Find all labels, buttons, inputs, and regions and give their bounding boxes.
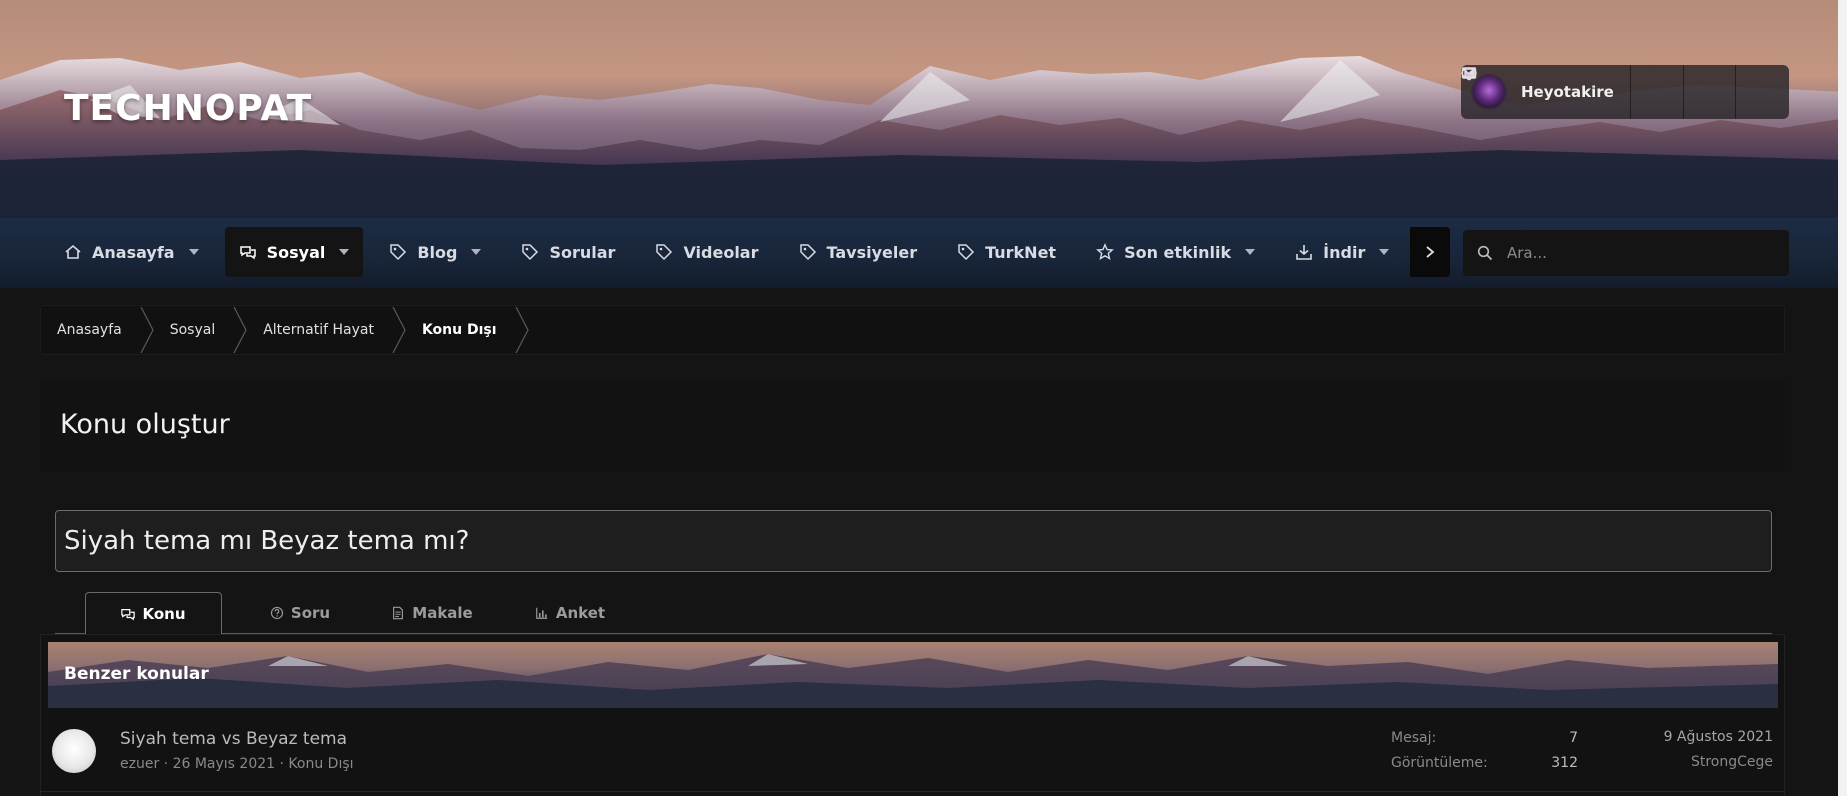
similar-threads-heading: Benzer konular: [64, 664, 209, 684]
mountain-background: [48, 654, 1778, 708]
nav-item-indir[interactable]: İndir: [1281, 227, 1403, 277]
breadcrumb-item-current[interactable]: Konu Dışı: [422, 306, 497, 354]
thread-title-input[interactable]: [55, 510, 1772, 572]
tab-label: Makale: [412, 604, 473, 622]
inbox-button[interactable]: [1461, 65, 1684, 119]
star-icon: [1096, 243, 1114, 260]
meta-separator: ·: [275, 756, 289, 772]
chevron-right-icon: [1426, 246, 1435, 258]
chevron-down-icon[interactable]: [188, 249, 199, 255]
avatar[interactable]: [52, 729, 96, 773]
main-navigation: Anasayfa Sosyal Blog Sorular Videolar Ta…: [0, 218, 1847, 288]
tab-makale[interactable]: Makale: [377, 592, 487, 634]
page-scrollbar[interactable]: [1838, 0, 1847, 796]
nav-item-anasayfa[interactable]: Anasayfa: [50, 227, 213, 277]
tag-icon: [958, 244, 975, 261]
username: Heyotakire: [1521, 83, 1614, 101]
tag-icon: [390, 244, 407, 261]
chevron-right-icon: [392, 306, 406, 354]
views-count: 312: [1551, 755, 1578, 771]
chat-icon: [239, 246, 256, 260]
nav-label: Anasayfa: [92, 242, 175, 262]
tab-label: Soru: [290, 604, 331, 622]
chevron-right-icon: [233, 306, 247, 354]
nav-label: Blog: [417, 242, 458, 262]
home-icon: [65, 244, 81, 259]
page-title: Konu oluştur: [60, 409, 230, 440]
chevron-right-icon: [515, 306, 529, 354]
tag-icon: [522, 244, 539, 261]
page-title-panel: [40, 382, 1785, 472]
nav-item-sorular[interactable]: Sorular: [507, 227, 629, 277]
similar-threads-header: Benzer konular: [48, 642, 1778, 708]
nav-label: Sorular: [549, 242, 616, 262]
tab-konu[interactable]: Konu: [85, 592, 222, 635]
alerts-button[interactable]: [1462, 65, 1737, 119]
thread-type-tabs: Konu Soru Makale Anket: [55, 592, 1772, 635]
chevron-down-icon[interactable]: [1245, 249, 1256, 255]
nav-item-sosyal[interactable]: Sosyal: [224, 227, 364, 277]
search-input[interactable]: [1507, 244, 1767, 262]
search-box[interactable]: [1463, 230, 1789, 276]
nav-label: TurkNet: [985, 242, 1057, 262]
user-toolbar: Heyotakire: [1461, 65, 1789, 119]
header-banner: TECHNOPAT Heyotakire: [0, 0, 1847, 218]
chevron-down-icon[interactable]: [471, 249, 482, 255]
meta-separator: ·: [159, 756, 173, 772]
nav-scroll-right-button[interactable]: [1410, 227, 1450, 277]
thread-start-date[interactable]: 26 Mayıs 2021: [173, 756, 275, 772]
document-icon: [393, 606, 404, 620]
chat-icon: [121, 608, 136, 620]
replies-count: 7: [1569, 730, 1578, 746]
breadcrumb-item[interactable]: Sosyal: [170, 306, 216, 354]
question-icon: [270, 606, 283, 620]
breadcrumb: Anasayfa Sosyal Alternatif Hayat Konu Dı…: [40, 305, 1785, 355]
thread-meta: ezuer · 26 Mayıs 2021 · Konu Dışı: [120, 756, 354, 772]
nav-list: Anasayfa Sosyal Blog Sorular Videolar Ta…: [50, 227, 1450, 277]
search-icon: [1477, 245, 1493, 261]
replies-label: Mesaj:: [1391, 730, 1437, 746]
user-account-button[interactable]: Heyotakire: [1461, 65, 1631, 119]
nav-label: Son etkinlik: [1124, 242, 1232, 262]
tag-icon: [799, 244, 816, 261]
nav-item-tavsiyeler[interactable]: Tavsiyeler: [785, 227, 932, 277]
theme-toggle-button[interactable]: [1461, 65, 1789, 119]
tab-soru[interactable]: Soru: [255, 592, 345, 634]
chevron-down-icon[interactable]: [339, 249, 350, 255]
nav-label: Videolar: [683, 242, 759, 262]
download-icon: [1296, 245, 1312, 260]
chevron-right-icon: [140, 306, 154, 354]
views-label: Görüntüleme:: [1391, 755, 1488, 771]
last-post-user[interactable]: StrongCege: [1691, 754, 1773, 770]
thread-forum-link[interactable]: Konu Dışı: [288, 756, 353, 772]
bar-chart-icon: [536, 607, 548, 619]
toggle-icon: [1461, 68, 1477, 78]
nav-item-son-etkinlik[interactable]: Son etkinlik: [1082, 227, 1269, 277]
breadcrumb-item[interactable]: Anasayfa: [57, 306, 122, 354]
thread-author[interactable]: ezuer: [120, 756, 159, 772]
tab-anket[interactable]: Anket: [515, 592, 625, 634]
nav-item-videolar[interactable]: Videolar: [641, 227, 772, 277]
thread-title-link[interactable]: Siyah tema vs Beyaz tema: [120, 729, 347, 749]
nav-label: Sosyal: [266, 242, 326, 262]
nav-item-blog[interactable]: Blog: [375, 227, 495, 277]
site-logo[interactable]: TECHNOPAT: [64, 88, 312, 129]
nav-label: Tavsiyeler: [826, 242, 918, 262]
nav-label: İndir: [1323, 242, 1366, 262]
breadcrumb-item[interactable]: Alternatif Hayat: [263, 306, 374, 354]
nav-item-turknet[interactable]: TurkNet: [943, 227, 1070, 277]
tag-icon: [656, 244, 673, 261]
last-post-date[interactable]: 9 Ağustos 2021: [1664, 729, 1773, 745]
chevron-down-icon[interactable]: [1379, 249, 1390, 255]
tab-label: Konu: [142, 604, 186, 623]
tab-label: Anket: [555, 604, 606, 622]
table-row: Siyah tema vs Beyaz tema ezuer · 26 Mayı…: [40, 714, 1785, 792]
